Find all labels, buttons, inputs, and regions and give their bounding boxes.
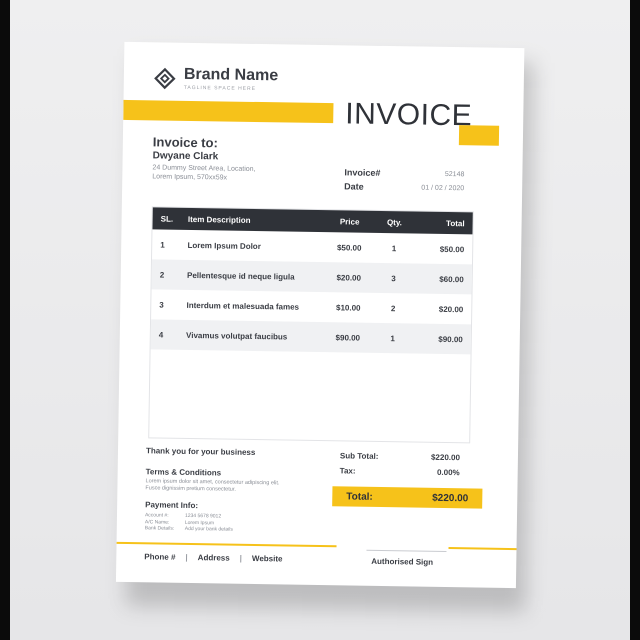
tax-value: 0.00% [436,467,460,478]
invoice-title: INVOICE [345,97,473,133]
row-description: Vivamus volutpat faucibus [186,330,288,341]
signature-line [366,549,447,553]
header-total: Total [446,218,465,228]
header-price: Price [339,216,360,227]
accent-bar-left [123,99,334,124]
terms-text: Lorem ipsum dolor sit amet, consectetur … [145,478,280,493]
row-qty: 2 [390,303,396,313]
invoice-to-label: Invoice to: [152,134,218,151]
row-total: $60.00 [439,274,464,284]
row-sl: 2 [159,269,165,280]
diamond-logo-icon [154,67,176,90]
bank-label: Bank Details: [144,525,175,532]
client-name: Dwyane Clark [152,150,219,163]
invoice-number-value: 52148 [444,170,465,179]
header-qty: Qty. [386,217,403,227]
total-label: Total: [346,490,373,503]
date-value: 01 / 02 / 2020 [421,184,465,193]
terms-title: Terms & Conditions [145,467,222,478]
payment-info: Account #: 1234 5678 9012 A/C Name: Lore… [145,512,255,533]
total-value: $220.00 [432,492,469,504]
row-qty: 1 [391,243,397,253]
footer-accent-line-left [116,541,337,548]
row-qty: 1 [390,333,395,343]
row-sl: 1 [160,239,165,250]
grand-total-box: Total: $220.00 [332,486,483,509]
date-label: Date [344,181,364,192]
authorised-sign-label: Authorised Sign [371,556,434,567]
row-sl: 4 [158,329,164,340]
footer-contacts: Phone # | Address | Website [144,552,282,563]
row-price: $20.00 [336,272,362,283]
row-description: Pellentesque id neque ligula [186,270,295,282]
tax-label: Tax: [339,466,356,476]
row-price: $50.00 [336,242,362,253]
totals-summary: Sub Total: $220.00 Tax: 0.00% [340,451,460,483]
row-description: Lorem Ipsum Dolor [187,240,261,251]
row-total: $20.00 [438,304,464,314]
footer-separator: | [185,552,188,562]
row-total: $50.00 [439,244,465,254]
row-qty: 3 [391,273,396,283]
header-description: Item Description [187,214,251,225]
invoice-paper: Brand Name TAGLINE SPACE HERE INVOICE In… [115,41,525,589]
row-sl: 3 [159,299,164,310]
invoice-number-label: Invoice# [344,167,381,178]
subtotal-label: Sub Total: [339,451,379,461]
footer-website: Website [251,553,283,564]
accent-bar-right [458,125,500,146]
bank-value: Add your bank details [184,525,233,533]
row-price: $10.00 [335,302,361,313]
row-price: $90.00 [335,332,361,343]
thank-you-note: Thank you for your business [145,446,256,457]
table-row: 4 Vivamus volutpat faucibus $90.00 1 $90… [150,319,472,355]
client-address: 24 Dummy Street Area, Location, Lorem Ip… [152,164,256,182]
payment-info-title: Payment Info: [145,500,199,511]
invoice-sheet: Brand Name TAGLINE SPACE HERE INVOICE In… [115,41,535,613]
footer-accent-line-right [448,547,517,551]
brand-tagline: TAGLINE SPACE HERE [183,84,257,92]
items-table: SL. Item Description Price Qty. Total 1 … [148,206,474,444]
footer-phone: Phone # [144,552,176,562]
brand-name: Brand Name [183,65,279,85]
invoice-meta: Invoice# 52148 Date 01 / 02 / 2020 [344,167,464,197]
header-sl: SL. [160,213,174,224]
footer-address: Address [197,553,230,563]
subtotal-value: $220.00 [430,452,461,463]
row-description: Interdum et malesuada fames [186,300,300,312]
row-total: $90.00 [438,334,463,344]
footer-separator: | [239,553,243,563]
brand-logo: Brand Name TAGLINE SPACE HERE [154,65,279,92]
